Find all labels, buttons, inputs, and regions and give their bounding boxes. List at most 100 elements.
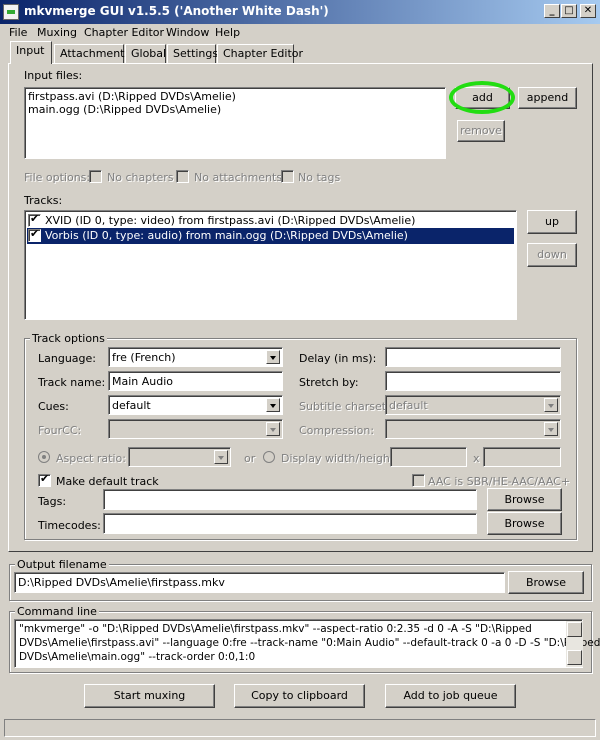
remove-button-label: remove: [460, 124, 502, 137]
list-item[interactable]: firstpass.avi (D:\Ripped DVDs\Amelie): [28, 90, 236, 103]
language-value: fre (French): [112, 351, 176, 364]
track-name-label: Track name:: [38, 376, 106, 389]
table-row[interactable]: Vorbis (ID 0, type: audio) from main.ogg…: [27, 227, 514, 244]
minimize-button[interactable]: _: [544, 4, 560, 18]
command-line-text: DVDs\Amelie\firstpass.avi" --language 0:…: [19, 637, 600, 649]
make-default-checkbox[interactable]: [38, 472, 51, 487]
track-name-input[interactable]: Main Audio: [108, 371, 283, 391]
table-row[interactable]: XVID (ID 0, type: video) from firstpass.…: [27, 212, 514, 228]
output-group-label: Output filename: [15, 558, 109, 571]
tags-input[interactable]: [103, 489, 477, 510]
timecodes-browse-button[interactable]: Browse: [487, 512, 562, 535]
output-browse-button[interactable]: Browse: [508, 571, 584, 594]
command-line-group-label: Command line: [15, 605, 99, 618]
menu-muxing[interactable]: Muxing: [37, 26, 77, 39]
no-tags-label: No tags: [298, 171, 341, 184]
display-height-input[interactable]: [483, 447, 561, 467]
append-button[interactable]: append: [518, 87, 577, 109]
tracks-list[interactable]: XVID (ID 0, type: video) from firstpass.…: [24, 210, 517, 320]
list-item[interactable]: main.ogg (D:\Ripped DVDs\Amelie): [28, 103, 221, 116]
output-browse-label: Browse: [525, 576, 567, 589]
tags-label: Tags:: [38, 495, 67, 508]
track-checkbox[interactable]: [28, 212, 41, 227]
up-button[interactable]: up: [527, 210, 577, 234]
tab-global[interactable]: Global: [125, 44, 166, 64]
input-files-list[interactable]: firstpass.avi (D:\Ripped DVDs\Amelie) ma…: [24, 87, 446, 159]
start-muxing-label: Start muxing: [113, 689, 186, 702]
chevron-down-icon[interactable]: [544, 422, 558, 436]
track-checkbox[interactable]: [28, 227, 41, 242]
window-title: mkvmerge GUI v1.5.5 ('Another White Dash…: [24, 4, 329, 18]
compression-select[interactable]: [385, 419, 561, 439]
stretch-label: Stretch by:: [299, 376, 359, 389]
add-job-queue-button[interactable]: Add to job queue: [385, 684, 516, 708]
chevron-down-icon[interactable]: [214, 450, 228, 464]
language-select[interactable]: fre (French): [108, 347, 283, 367]
aspect-ratio-label: Aspect ratio:: [56, 452, 126, 465]
add-job-queue-label: Add to job queue: [403, 689, 498, 702]
copy-clipboard-button[interactable]: Copy to clipboard: [234, 684, 365, 708]
no-tags-checkbox[interactable]: [281, 170, 294, 183]
tags-browse-label: Browse: [504, 493, 545, 506]
menu-window[interactable]: Window: [166, 26, 209, 39]
track-text: Vorbis (ID 0, type: audio) from main.ogg…: [45, 229, 408, 242]
tab-chapter-editor[interactable]: Chapter Editor: [217, 44, 303, 64]
make-default-label: Make default track: [56, 475, 159, 488]
menu-chapter-editor[interactable]: Chapter Editor: [84, 26, 164, 39]
close-button[interactable]: ✕: [580, 4, 596, 18]
timecodes-input[interactable]: [103, 513, 477, 534]
down-button[interactable]: down: [527, 243, 577, 267]
menu-file[interactable]: File: [9, 26, 27, 39]
no-attachments-checkbox[interactable]: [176, 170, 189, 183]
chevron-down-icon[interactable]: [266, 422, 280, 436]
down-button-label: down: [537, 248, 567, 261]
aac-checkbox[interactable]: [412, 474, 425, 487]
menu-help[interactable]: Help: [215, 26, 240, 39]
fourcc-select[interactable]: [108, 419, 283, 439]
tab-settings[interactable]: Settings: [167, 44, 218, 64]
scroll-down-icon[interactable]: [567, 650, 582, 665]
compression-label: Compression:: [299, 424, 375, 437]
scroll-up-icon[interactable]: [567, 622, 582, 637]
vertical-scrollbar[interactable]: [566, 621, 583, 667]
chevron-down-icon[interactable]: [266, 398, 280, 412]
up-button-label: up: [545, 215, 559, 228]
timecodes-browse-label: Browse: [504, 517, 545, 530]
title-bar[interactable]: mkvmerge GUI v1.5.5 ('Another White Dash…: [0, 0, 600, 24]
output-filename-input[interactable]: D:\Ripped DVDs\Amelie\firstpass.mkv: [14, 572, 505, 593]
display-wh-radio[interactable]: [263, 451, 275, 463]
cues-select[interactable]: default: [108, 395, 283, 415]
tracks-label: Tracks:: [24, 194, 63, 207]
append-button-label: append: [526, 91, 569, 104]
chevron-down-icon[interactable]: [544, 398, 558, 412]
aspect-ratio-select[interactable]: [128, 447, 231, 467]
subtitle-charset-select[interactable]: default: [385, 395, 561, 415]
tags-browse-button[interactable]: Browse: [487, 488, 562, 511]
chevron-down-icon[interactable]: [266, 350, 280, 364]
no-chapters-checkbox[interactable]: [89, 170, 102, 183]
or-label: or: [244, 452, 256, 465]
tab-input[interactable]: Input: [10, 41, 52, 64]
aspect-ratio-radio[interactable]: [38, 451, 50, 463]
language-label: Language:: [38, 352, 96, 365]
cues-label: Cues:: [38, 400, 69, 413]
menu-bar: File Muxing Chapter Editor Window Help: [0, 24, 600, 42]
maximize-button[interactable]: □: [561, 4, 577, 18]
tab-attachments[interactable]: Attachments: [54, 44, 130, 64]
subtitle-charset-label: Subtitle charset:: [299, 400, 390, 413]
input-files-label: Input files:: [24, 69, 83, 82]
fourcc-label: FourCC:: [38, 424, 82, 437]
command-line-textarea[interactable]: "mkvmerge" -o "D:\Ripped DVDs\Amelie\fir…: [14, 619, 600, 668]
remove-button[interactable]: remove: [457, 120, 505, 142]
stretch-input[interactable]: [385, 371, 561, 391]
app-icon[interactable]: [3, 4, 19, 20]
copy-clipboard-label: Copy to clipboard: [251, 689, 348, 702]
status-bar: [0, 716, 600, 740]
timecodes-label: Timecodes:: [38, 519, 101, 532]
start-muxing-button[interactable]: Start muxing: [84, 684, 215, 708]
delay-input[interactable]: [385, 347, 561, 367]
x-label: x: [473, 452, 480, 465]
display-width-input[interactable]: [390, 447, 467, 467]
cues-value: default: [112, 399, 151, 412]
output-filename-value: D:\Ripped DVDs\Amelie\firstpass.mkv: [18, 576, 225, 589]
